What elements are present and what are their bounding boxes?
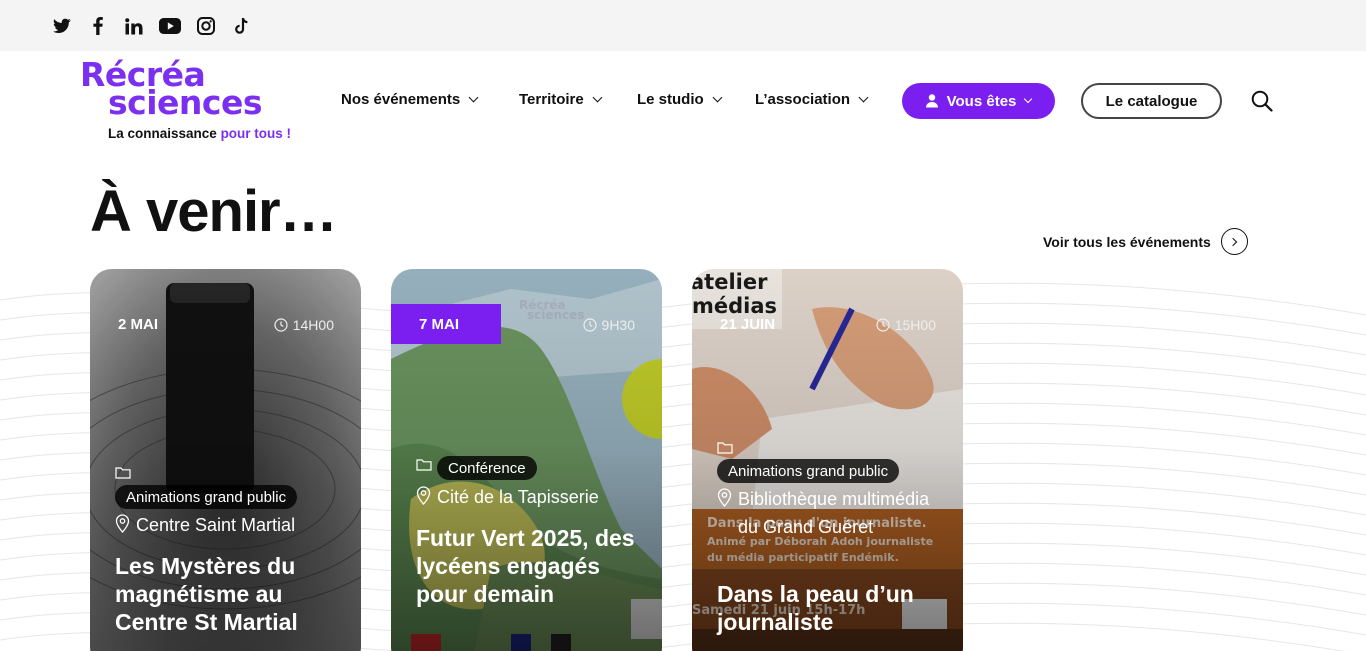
event-card[interactable]: atelier médias Dans la peau d'un journal… — [692, 269, 963, 651]
nav-studio[interactable]: Le studio — [637, 91, 723, 108]
event-time: 14H00 — [274, 317, 334, 333]
category-tag[interactable]: Animations grand public — [717, 459, 900, 483]
chevron-down-icon — [1024, 94, 1033, 104]
vous-etes-label: Vous êtes — [946, 92, 1017, 110]
event-location: Centre Saint Martial — [115, 511, 350, 539]
twitter-icon[interactable] — [51, 15, 73, 37]
see-all-label: Voir tous les événements — [1043, 233, 1211, 250]
tagline-accent: pour tous ! — [220, 126, 292, 141]
map-pin-icon — [416, 486, 431, 505]
arrow-right-icon — [1220, 228, 1248, 255]
nav-label: Nos événements — [341, 91, 461, 108]
event-location: Cité de la Tapisserie — [416, 483, 651, 511]
event-time: 9H30 — [582, 317, 635, 333]
event-title[interactable]: Futur Vert 2025, des lycéens engagés pou… — [416, 524, 641, 608]
logo-tagline: La connaissance pour tous ! — [108, 126, 291, 141]
event-card[interactable]: Récréa sciences 7 MAI 9H30 Conférence Ci… — [391, 269, 662, 651]
event-time-label: 15H00 — [894, 317, 936, 333]
nav-association[interactable]: L’association — [755, 91, 869, 108]
clock-icon — [876, 318, 890, 332]
event-date: 2 MAI — [118, 316, 159, 333]
event-location-label: Bibliothèque multimédia du Grand Guéret — [738, 489, 930, 537]
event-card[interactable]: 2 MAI 14H00 Animations grand public Cent… — [90, 269, 361, 651]
social-bar — [0, 0, 1366, 51]
event-location-label: Cité de la Tapisserie — [437, 487, 599, 507]
category-tag[interactable]: Conférence — [437, 456, 537, 480]
vous-etes-button[interactable]: Vous êtes — [902, 83, 1055, 119]
facebook-icon[interactable] — [87, 15, 109, 37]
event-title[interactable]: Dans la peau d’un journaliste — [717, 580, 942, 636]
clock-icon — [582, 318, 597, 332]
linkedin-icon[interactable] — [123, 15, 145, 37]
tiktok-icon[interactable] — [231, 15, 253, 37]
user-icon — [925, 94, 938, 108]
nav-evenements[interactable]: Nos événements — [341, 91, 479, 108]
search-icon[interactable] — [1251, 90, 1273, 112]
chevron-down-icon — [592, 92, 603, 103]
event-time-label: 14H00 — [292, 317, 334, 333]
nav-territoire[interactable]: Territoire — [519, 91, 603, 108]
event-date: 7 MAI — [391, 304, 501, 344]
chevron-down-icon — [858, 92, 869, 103]
instagram-icon[interactable] — [195, 15, 217, 37]
youtube-icon[interactable] — [159, 15, 181, 37]
folder-icon — [717, 442, 733, 454]
event-date: 21 JUIN — [720, 316, 776, 333]
event-location-label: Centre Saint Martial — [136, 515, 296, 535]
catalogue-button[interactable]: Le catalogue — [1081, 83, 1222, 119]
event-time-label: 9H30 — [601, 317, 635, 333]
logo-line2: sciences — [108, 83, 262, 122]
folder-icon — [416, 459, 432, 471]
see-all-events-link[interactable]: Voir tous les événements — [1043, 228, 1248, 255]
event-time: 15H00 — [876, 317, 936, 333]
category-tag[interactable]: Animations grand public — [115, 485, 298, 509]
map-pin-icon — [717, 488, 732, 507]
event-location: Bibliothèque multimédia du Grand Guéret — [717, 485, 952, 541]
nav-label: L’association — [755, 91, 851, 108]
chevron-down-icon — [712, 92, 723, 103]
nav-label: Le studio — [637, 91, 704, 108]
map-pin-icon — [115, 514, 130, 533]
tagline-main: La connaissance — [108, 126, 221, 141]
logo[interactable]: Récréa sciences La connaissance pour tou… — [80, 58, 310, 150]
site-header: Récréa sciences La connaissance pour tou… — [0, 51, 1366, 156]
clock-icon — [274, 318, 288, 332]
nav-label: Territoire — [519, 91, 584, 108]
section-heading: À venir… — [90, 179, 338, 244]
folder-icon — [115, 467, 131, 479]
event-title[interactable]: Les Mystères du magnétisme au Centre St … — [115, 552, 340, 636]
chevron-down-icon — [468, 92, 479, 103]
